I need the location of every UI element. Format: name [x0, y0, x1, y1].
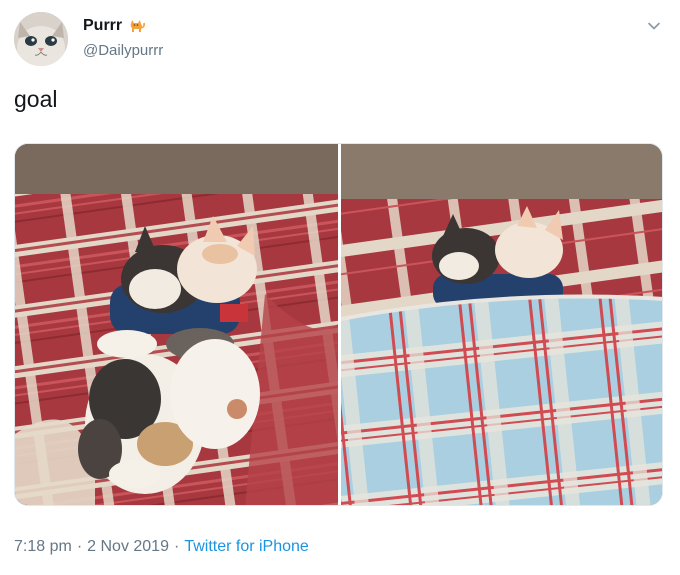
- kittens-tucked-under-blanket-photo-icon: [341, 144, 662, 505]
- photo-kittens-under-blanket[interactable]: [341, 144, 662, 505]
- author-handle[interactable]: @Dailypurrr: [83, 42, 163, 59]
- tweet-card: Purrr @Dailypurrr goal 7:18 pm · 2 Nov 2…: [0, 0, 680, 575]
- media-grid: [14, 143, 663, 506]
- photo-kittens-hugging[interactable]: [15, 144, 338, 505]
- cat-face-avatar-icon: [14, 12, 68, 66]
- tweet-date[interactable]: 2 Nov 2019: [87, 538, 169, 556]
- display-name[interactable]: Purrr: [83, 17, 122, 35]
- author-name-row[interactable]: Purrr: [83, 17, 146, 35]
- cat-emoji-icon: [128, 17, 146, 35]
- chevron-down-icon[interactable]: [646, 18, 662, 34]
- meta-separator: ·: [76, 538, 83, 555]
- tweet-time[interactable]: 7:18 pm: [14, 538, 72, 556]
- meta-separator: ·: [173, 538, 180, 555]
- tweet-source-link[interactable]: Twitter for iPhone: [184, 538, 309, 556]
- kittens-hugging-on-blanket-photo-icon: [15, 144, 338, 505]
- tweet-text: goal: [14, 86, 58, 112]
- tweet-meta: 7:18 pm · 2 Nov 2019 · Twitter for iPhon…: [14, 538, 309, 556]
- avatar[interactable]: [14, 12, 68, 66]
